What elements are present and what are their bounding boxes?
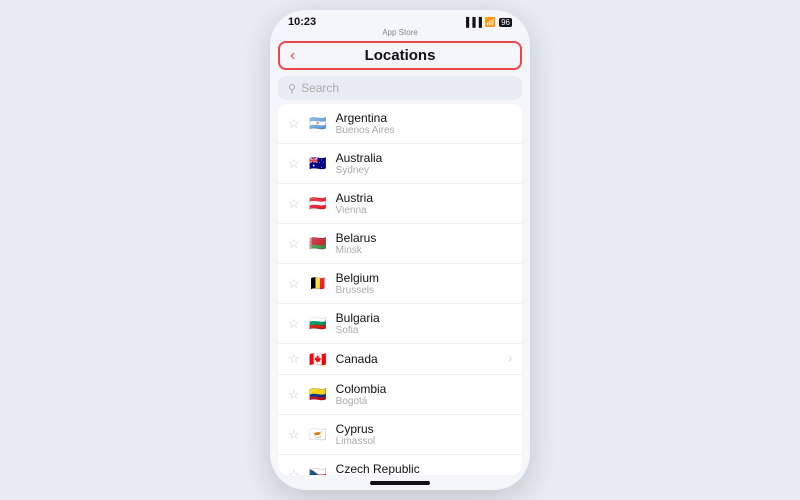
country-info: AustraliaSydney	[336, 151, 512, 176]
country-info: BelgiumBrussels	[336, 271, 512, 296]
country-flag: 🇧🇬	[307, 316, 329, 331]
country-name: Belgium	[336, 271, 512, 285]
search-input[interactable]: Search	[301, 81, 339, 95]
country-info: CyprusLimassol	[336, 422, 512, 447]
list-item[interactable]: ☆ 🇨🇾 CyprusLimassol	[278, 415, 522, 455]
country-flag: 🇦🇹	[307, 196, 329, 211]
favorite-icon[interactable]: ☆	[288, 316, 300, 332]
favorite-icon[interactable]: ☆	[288, 467, 300, 476]
country-city: Vienna	[336, 205, 512, 216]
signal-icon: ▐▐▐	[463, 17, 482, 27]
country-name: Argentina	[336, 111, 512, 125]
list-item[interactable]: ☆ 🇦🇷 ArgentinaBuenos Aires	[278, 104, 522, 144]
country-flag: 🇨🇾	[307, 427, 329, 442]
country-city: Minsk	[336, 245, 512, 256]
list-item[interactable]: ☆ 🇧🇪 BelgiumBrussels	[278, 264, 522, 304]
page-title: Locations	[365, 47, 436, 64]
status-icons: ▐▐▐ 📶 96	[463, 17, 512, 28]
status-time: 10:23	[288, 16, 316, 28]
country-city: Buenos Aires	[336, 125, 512, 136]
country-name: Cyprus	[336, 422, 512, 436]
favorite-icon[interactable]: ☆	[288, 116, 300, 132]
country-name: Belarus	[336, 231, 512, 245]
list-item[interactable]: ☆ 🇧🇬 BulgariaSofia	[278, 304, 522, 344]
list-item[interactable]: ☆ 🇨🇿 Czech RepublicPrague	[278, 455, 522, 475]
favorite-icon[interactable]: ☆	[288, 196, 300, 212]
country-name: Bulgaria	[336, 311, 512, 325]
country-city: Sofia	[336, 325, 512, 336]
country-flag: 🇦🇺	[307, 156, 329, 171]
country-name: Australia	[336, 151, 512, 165]
country-info: AustriaVienna	[336, 191, 512, 216]
country-city: Brussels	[336, 285, 512, 296]
country-name: Austria	[336, 191, 512, 205]
list-item[interactable]: ☆ 🇨🇴 ColombiaBogotá	[278, 375, 522, 415]
search-bar[interactable]: ⚲ Search	[278, 76, 522, 100]
locations-list: ☆ 🇦🇷 ArgentinaBuenos Aires ☆ 🇦🇺 AustraliaSydn…	[278, 104, 522, 475]
country-flag: 🇨🇦	[307, 352, 329, 367]
country-info: Czech RepublicPrague	[336, 462, 512, 475]
favorite-icon[interactable]: ☆	[288, 276, 300, 292]
country-city: Sydney	[336, 165, 512, 176]
favorite-icon[interactable]: ☆	[288, 351, 300, 367]
back-button[interactable]: ‹	[290, 47, 295, 65]
country-info: BulgariaSofia	[336, 311, 512, 336]
country-info: BelarusMinsk	[336, 231, 512, 256]
country-flag: 🇦🇷	[307, 116, 329, 131]
list-item[interactable]: ☆ 🇦🇺 AustraliaSydney	[278, 144, 522, 184]
favorite-icon[interactable]: ☆	[288, 236, 300, 252]
country-city: Bogotá	[336, 396, 512, 407]
search-icon: ⚲	[288, 82, 296, 95]
list-item[interactable]: ☆ 🇧🇾 BelarusMinsk	[278, 224, 522, 264]
country-info: Canada	[336, 352, 502, 366]
favorite-icon[interactable]: ☆	[288, 427, 300, 443]
battery-icon: 96	[499, 18, 512, 27]
favorite-icon[interactable]: ☆	[288, 387, 300, 403]
country-flag: 🇨🇿	[307, 467, 329, 475]
country-name: Czech Republic	[336, 462, 512, 475]
app-store-label: App Store	[270, 28, 530, 39]
country-flag: 🇧🇪	[307, 276, 329, 291]
country-name: Colombia	[336, 382, 512, 396]
country-city: Limassol	[336, 436, 512, 447]
country-name: Canada	[336, 352, 502, 366]
status-bar: 10:23 ▐▐▐ 📶 96	[270, 10, 530, 30]
home-indicator	[370, 481, 430, 485]
phone-frame: 10:23 ▐▐▐ 📶 96 App Store ‹ Locations ⚲ S…	[270, 10, 530, 490]
wifi-icon: 📶	[485, 17, 496, 28]
country-flag: 🇨🇴	[307, 387, 329, 402]
favorite-icon[interactable]: ☆	[288, 156, 300, 172]
list-item[interactable]: ☆ 🇦🇹 AustriaVienna	[278, 184, 522, 224]
country-info: ColombiaBogotá	[336, 382, 512, 407]
list-item[interactable]: ☆ 🇨🇦 Canada ›	[278, 344, 522, 375]
country-info: ArgentinaBuenos Aires	[336, 111, 512, 136]
country-flag: 🇧🇾	[307, 236, 329, 251]
nav-bar: ‹ Locations	[278, 41, 522, 70]
chevron-right-icon: ›	[508, 353, 512, 365]
